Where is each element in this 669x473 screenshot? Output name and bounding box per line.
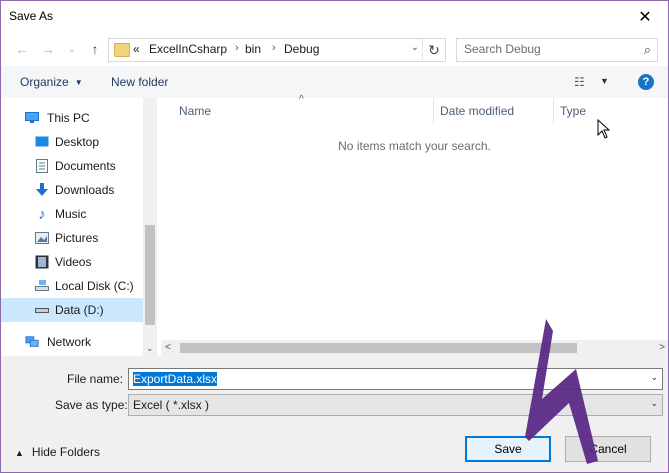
network-icon — [25, 335, 39, 349]
save-form: File name: ExportData.xlsx ⌄ Save as typ… — [1, 356, 668, 472]
music-icon: ♪ — [38, 205, 46, 223]
view-options-icon[interactable]: ☷ — [574, 75, 590, 89]
dialog-title: Save As — [9, 9, 54, 23]
breadcrumb-bin[interactable]: bin — [245, 42, 261, 56]
sidebar-item-label: This PC — [47, 111, 90, 125]
drive-icon — [35, 303, 49, 317]
column-type-label: Type — [560, 104, 587, 118]
desktop-icon — [35, 135, 49, 149]
search-icon[interactable]: ⌕ — [644, 42, 651, 58]
sidebar-item-pictures[interactable]: Pictures — [1, 226, 143, 250]
sidebar-item-label: Downloads — [55, 183, 115, 197]
sidebar-item-label: Data (D:) — [55, 303, 104, 317]
save-button[interactable]: Save — [465, 436, 551, 462]
chevron-right-icon[interactable]: › — [272, 42, 276, 54]
breadcrumb-overflow[interactable]: « — [133, 42, 140, 56]
chevron-down-icon[interactable]: ⌄ — [650, 372, 658, 383]
search-placeholder[interactable]: Search Debug — [464, 42, 541, 56]
close-icon[interactable]: ✕ — [622, 1, 668, 32]
organize-button[interactable]: Organize ▼ — [20, 75, 83, 89]
scrollbar-thumb[interactable] — [180, 343, 577, 353]
column-header-name[interactable]: Name — [169, 98, 434, 124]
refresh-icon[interactable]: ↻ — [422, 39, 445, 61]
scroll-down-icon[interactable]: ⌄ — [146, 343, 154, 354]
command-bar: Organize ▼ New folder ☷ ▼ ? — [1, 66, 668, 98]
scroll-right-icon[interactable]: > — [659, 342, 665, 353]
sidebar-item-label: Local Disk (C:) — [55, 279, 134, 293]
title-bar: Save As ✕ — [1, 1, 668, 32]
cancel-button[interactable]: Cancel — [565, 436, 651, 462]
horizontal-scrollbar[interactable]: < > — [161, 340, 668, 356]
save-as-dialog: Save As ✕ ← → ⌄ ↑ « ExcelInCsharp › bin … — [0, 0, 669, 473]
back-arrow-icon[interactable]: ← — [13, 40, 31, 58]
address-bar[interactable]: « ExcelInCsharp › bin › Debug ⌄ ↻ — [108, 38, 446, 62]
organize-label: Organize — [20, 75, 69, 89]
sidebar-item-label: Videos — [55, 255, 92, 269]
file-name-input[interactable]: ExportData.xlsx ⌄ — [128, 368, 663, 390]
scrollbar-thumb[interactable] — [145, 225, 155, 325]
search-box[interactable]: Search Debug ⌕ — [456, 38, 658, 62]
sidebar-item-label: Pictures — [55, 231, 99, 245]
hide-folders-toggle[interactable]: ▲ Hide Folders — [15, 445, 100, 459]
navigation-row: ← → ⌄ ↑ « ExcelInCsharp › bin › Debug ⌄ … — [1, 32, 668, 66]
sidebar-item-downloads[interactable]: Downloads — [1, 178, 143, 202]
file-name-value[interactable]: ExportData.xlsx — [133, 372, 218, 386]
save-as-type-label: Save as type: — [55, 398, 128, 412]
file-list: ^ Name Date modified Type No items match… — [161, 94, 668, 356]
empty-message: No items match your search. — [338, 139, 491, 153]
column-date-label: Date modified — [440, 104, 515, 118]
new-folder-button[interactable]: New folder — [111, 75, 168, 89]
recent-locations-icon[interactable]: ⌄ — [63, 40, 81, 58]
sidebar-item-data-d[interactable]: Data (D:) — [1, 298, 143, 322]
sidebar-item-label: Network — [47, 335, 92, 349]
sidebar-item-label: Documents — [55, 159, 116, 173]
sidebar-item-desktop[interactable]: Desktop — [1, 130, 143, 154]
save-as-type-value[interactable]: Excel ( *.xlsx ) — [133, 398, 209, 412]
breadcrumb-excelincsharp[interactable]: ExcelInCsharp — [149, 42, 227, 56]
up-arrow-icon[interactable]: ↑ — [86, 40, 104, 58]
folder-icon — [114, 43, 130, 57]
videos-icon — [35, 255, 49, 269]
sidebar-item-network[interactable]: Network — [1, 330, 143, 354]
sidebar-item-label: Desktop — [55, 135, 100, 149]
local-disk-icon — [35, 279, 49, 293]
navigation-scrollbar[interactable]: ⌄ — [143, 98, 157, 356]
scroll-left-icon[interactable]: < — [165, 342, 171, 353]
pc-icon — [25, 111, 39, 125]
sidebar-item-music[interactable]: ♪ Music — [1, 202, 143, 226]
pictures-icon — [35, 231, 49, 245]
sidebar-item-label: Music — [55, 207, 87, 221]
mouse-cursor-icon — [597, 119, 611, 139]
sidebar-item-local-disk[interactable]: Local Disk (C:) — [1, 274, 143, 298]
help-icon[interactable]: ? — [638, 74, 654, 90]
column-header-date-modified[interactable]: Date modified — [433, 98, 554, 124]
forward-arrow-icon[interactable]: → — [39, 40, 57, 58]
file-name-label: File name: — [67, 372, 124, 386]
breadcrumb-debug[interactable]: Debug — [284, 42, 319, 56]
sidebar-item-this-pc[interactable]: This PC — [1, 106, 143, 130]
sidebar-item-videos[interactable]: Videos — [1, 250, 143, 274]
chevron-down-icon[interactable]: ⌄ — [650, 398, 658, 409]
hide-folders-label: Hide Folders — [31, 445, 100, 459]
sidebar-item-documents[interactable]: Documents — [1, 154, 143, 178]
navigation-pane: This PC Desktop Documents Downloads ♪ Mu… — [1, 98, 157, 356]
caret-down-icon: ▼ — [74, 78, 83, 87]
chevron-down-icon[interactable]: ⌄ — [411, 42, 419, 53]
save-as-type-select[interactable]: Excel ( *.xlsx ) ⌄ — [128, 394, 663, 416]
chevron-right-icon[interactable]: › — [235, 42, 239, 54]
caret-down-icon[interactable]: ▼ — [600, 76, 609, 86]
downloads-icon — [35, 183, 49, 197]
documents-icon — [35, 159, 49, 173]
caret-up-icon: ▲ — [15, 448, 24, 458]
column-name-label: Name — [179, 104, 212, 118]
